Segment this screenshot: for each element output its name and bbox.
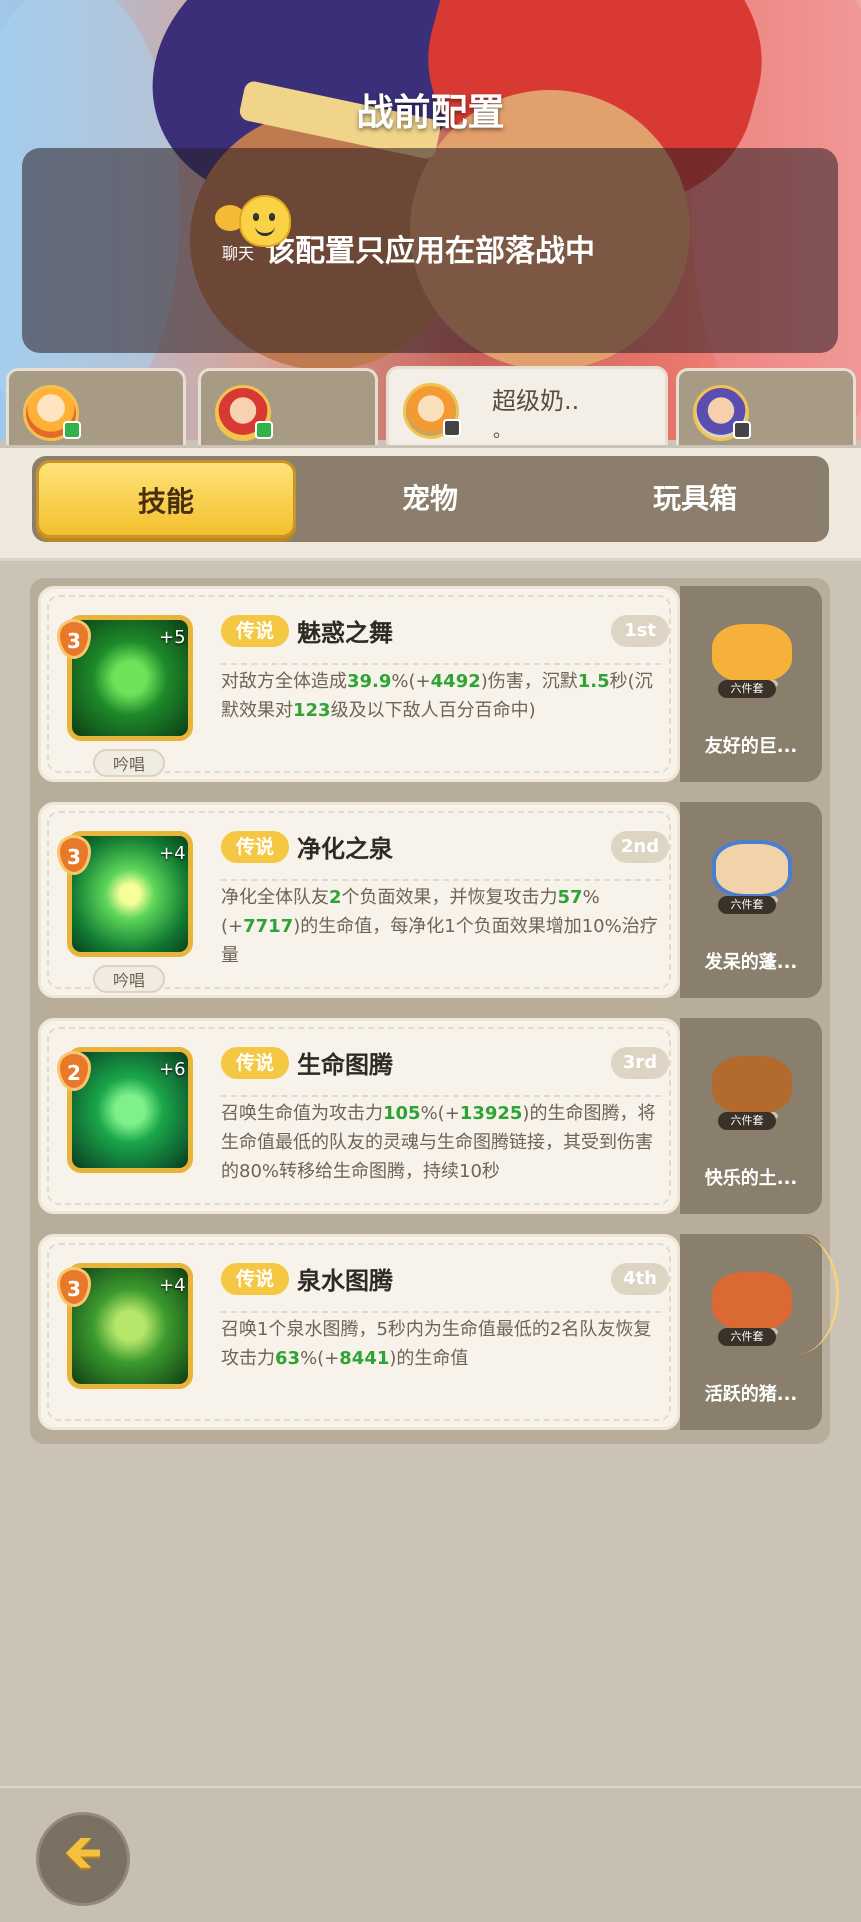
skill-rank: 4th	[611, 1263, 669, 1295]
highlight-value: 57	[557, 887, 583, 908]
offline-status-icon	[733, 421, 751, 439]
highlight-value: 2	[329, 887, 342, 908]
skill-plus: +6	[159, 1059, 186, 1080]
back-button[interactable]: 🡸	[36, 1812, 130, 1906]
pet-tag: 六件套	[718, 896, 776, 914]
skill-name: 生命图腾	[297, 1051, 393, 1079]
pet-name: 活跃的猪...	[704, 1384, 798, 1405]
pet-name: 快乐的土...	[704, 1168, 798, 1189]
skill-name: 泉水图腾	[297, 1267, 393, 1295]
highlight-value: 8441	[339, 1348, 390, 1369]
cast-tag: 吟唱	[93, 965, 165, 993]
skill-rank: 3rd	[611, 1047, 669, 1079]
offline-status-icon	[443, 419, 461, 437]
highlight-value: 123	[293, 700, 331, 721]
desc-text: %(+	[420, 1103, 460, 1124]
pet-tag: 六件套	[718, 1328, 776, 1346]
notice-text: 该配置只应用在部落战中	[265, 234, 595, 269]
desc-text: )的生命值	[389, 1348, 469, 1369]
highlight-value: 4492	[430, 671, 481, 692]
skill-card[interactable]: 3 +5 吟唱 传说 魅惑之舞 1st 对敌方全体造成39.9%(+4492)伤…	[38, 586, 680, 782]
pet-slot[interactable]: 六件套 快乐的土...	[680, 1018, 822, 1214]
pet-slot[interactable]: 六件套 友好的巨...	[680, 586, 822, 782]
desc-text: 对敌方全体造成	[221, 671, 347, 692]
skill-name: 魅惑之舞	[297, 619, 393, 647]
rarity-badge: 传说	[221, 615, 289, 647]
skill-name: 净化之泉	[297, 835, 393, 863]
skill-plus: +5	[159, 627, 186, 648]
chat-label[interactable]: 聊天	[222, 240, 254, 264]
highlight-value: 13925	[459, 1103, 523, 1124]
pet-tag: 六件套	[718, 1112, 776, 1130]
desc-text: 召唤生命值为攻击力	[221, 1103, 383, 1124]
tab-skills[interactable]: 技能	[36, 460, 296, 538]
skill-plus: +4	[159, 1275, 186, 1296]
team-tab-1[interactable]	[6, 368, 186, 448]
rarity-badge: 传说	[221, 1263, 289, 1295]
skill-plus: +4	[159, 843, 186, 864]
skill-desc: 净化全体队友2个负面效果，并恢复攻击力57%(+7717)的生命值，每净化1个负…	[221, 879, 661, 970]
rarity-badge: 传说	[221, 1047, 289, 1079]
skill-row-1[interactable]: 3 +5 吟唱 传说 魅惑之舞 1st 对敌方全体造成39.9%(+4492)伤…	[38, 586, 822, 782]
team-member-sub: 。	[493, 421, 511, 442]
desc-text: 级及以下敌人百分百命中)	[330, 700, 536, 721]
highlight-value: 63	[275, 1348, 301, 1369]
pet-name: 发呆的蓬...	[704, 952, 798, 973]
pet-name: 友好的巨...	[704, 736, 798, 757]
online-status-icon	[63, 421, 81, 439]
team-tab-4[interactable]	[676, 368, 856, 448]
page-title: 战前配置	[356, 91, 505, 134]
skill-rank: 2nd	[611, 831, 669, 863]
desc-text: 净化全体队友	[221, 887, 329, 908]
skill-card[interactable]: 3 +4 传说 泉水图腾 4th 召唤1个泉水图腾，5秒内为生命值最低的2名队友…	[38, 1234, 680, 1430]
skill-card[interactable]: 3 +4 吟唱 传说 净化之泉 2nd 净化全体队友2个负面效果，并恢复攻击力5…	[38, 802, 680, 998]
highlight-value: 7717	[243, 916, 294, 937]
tab-pets[interactable]: 宠物	[300, 460, 560, 538]
pet-slot[interactable]: 六件套 发呆的蓬...	[680, 802, 822, 998]
skill-desc: 召唤生命值为攻击力105%(+13925)的生命图腾，将生命值最低的队友的灵魂与…	[221, 1095, 661, 1186]
back-arrow-icon: 🡸	[63, 1824, 103, 1881]
skill-row-3[interactable]: 2 +6 传说 生命图腾 3rd 召唤生命值为攻击力105%(+13925)的生…	[38, 1018, 822, 1214]
highlight-value: 39.9	[347, 671, 392, 692]
skill-card[interactable]: 2 +6 传说 生命图腾 3rd 召唤生命值为攻击力105%(+13925)的生…	[38, 1018, 680, 1214]
pet-slot[interactable]: 六件套 活跃的猪...	[680, 1234, 839, 1430]
skill-desc: 召唤1个泉水图腾，5秒内为生命值最低的2名队友恢复攻击力63%(+8441)的生…	[221, 1311, 661, 1373]
pet-tag: 六件套	[718, 680, 776, 698]
team-member-name: 超级奶..	[492, 387, 580, 415]
desc-text: )伤害，沉默	[480, 671, 578, 692]
desc-text: 个负面效果，并恢复攻击力	[341, 887, 558, 908]
team-tab-3[interactable]: 超级奶.. 。	[386, 366, 668, 450]
tab-toybox[interactable]: 玩具箱	[565, 460, 825, 538]
desc-text: %(+	[300, 1348, 340, 1369]
skill-desc: 对敌方全体造成39.9%(+4492)伤害，沉默1.5秒(沉默效果对123级及以…	[221, 663, 661, 725]
cast-tag: 吟唱	[93, 749, 165, 777]
skill-row-4[interactable]: 3 +4 传说 泉水图腾 4th 召唤1个泉水图腾，5秒内为生命值最低的2名队友…	[38, 1234, 839, 1430]
online-status-icon	[255, 421, 273, 439]
team-tab-2[interactable]	[198, 368, 378, 448]
skill-rank: 1st	[611, 615, 669, 647]
rarity-badge: 传说	[221, 831, 289, 863]
highlight-value: 1.5	[577, 671, 610, 692]
desc-text: %(+	[391, 671, 431, 692]
notice-panel: 该配置只应用在部落战中	[22, 148, 838, 353]
skill-row-2[interactable]: 3 +4 吟唱 传说 净化之泉 2nd 净化全体队友2个负面效果，并恢复攻击力5…	[38, 802, 822, 998]
highlight-value: 105	[383, 1103, 421, 1124]
